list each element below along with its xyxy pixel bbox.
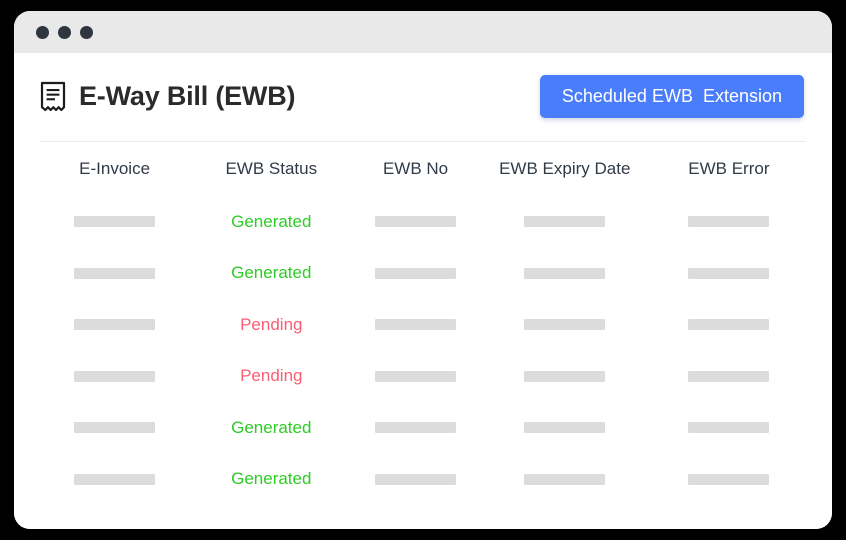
- skeleton-bar: [375, 422, 457, 434]
- skeleton-bar: [375, 370, 457, 382]
- table-row[interactable]: Generated: [40, 248, 806, 300]
- table-row[interactable]: Generated: [40, 196, 806, 248]
- column-header-ewb-status: EWB Status: [225, 159, 318, 178]
- skeleton-bar: [375, 319, 457, 331]
- table-row[interactable]: Pending: [40, 299, 806, 351]
- cell-ewb-no: [353, 370, 477, 382]
- skeleton-bar: [524, 267, 606, 279]
- table-header-row: E-Invoice EWB Status EWB No EWB Expiry D…: [40, 142, 806, 196]
- cell-ewb-no: [353, 422, 477, 434]
- cell-e-invoice: [40, 216, 189, 228]
- window-titlebar: [14, 11, 832, 53]
- skeleton-bar: [524, 319, 606, 331]
- skeleton-bar: [74, 319, 156, 331]
- cell-e-invoice: [40, 422, 189, 434]
- skeleton-bar: [74, 422, 156, 434]
- cell-e-invoice: [40, 267, 189, 279]
- cell-ewb-error: [652, 319, 806, 331]
- cell-ewb-no: [353, 216, 477, 228]
- cell-e-invoice: [40, 473, 189, 485]
- column-header-ewb-expiry-date: EWB Expiry Date: [499, 159, 631, 178]
- cell-ewb-no: [353, 319, 477, 331]
- skeleton-bar: [375, 216, 457, 228]
- skeleton-bar: [524, 370, 606, 382]
- cell-ewb-expiry-date: [478, 216, 652, 228]
- cell-ewb-error: [652, 473, 806, 485]
- receipt-icon: [40, 81, 66, 113]
- cell-ewb-error: [652, 216, 806, 228]
- page-title-group: E-Way Bill (EWB): [40, 81, 295, 113]
- table-row[interactable]: Pending: [40, 351, 806, 403]
- cell-ewb-expiry-date: [478, 319, 652, 331]
- skeleton-bar: [74, 473, 156, 485]
- table-row[interactable]: Generated: [40, 402, 806, 454]
- page-content: E-Way Bill (EWB) Scheduled EWB Extension…: [14, 53, 832, 529]
- skeleton-bar: [524, 473, 606, 485]
- cell-ewb-error: [652, 370, 806, 382]
- skeleton-bar: [74, 267, 156, 279]
- skeleton-bar: [375, 473, 457, 485]
- status-badge: Generated: [231, 211, 312, 231]
- status-badge: Pending: [240, 314, 303, 334]
- window-traffic-lights: [36, 25, 93, 39]
- column-header-ewb-no: EWB No: [382, 159, 449, 178]
- table-row[interactable]: Generated: [40, 454, 806, 506]
- scheduled-ewb-extension-button[interactable]: Scheduled EWB Extension: [539, 75, 804, 118]
- close-window-dot[interactable]: [36, 25, 49, 39]
- browser-window: E-Way Bill (EWB) Scheduled EWB Extension…: [14, 11, 832, 529]
- cell-ewb-expiry-date: [478, 267, 652, 279]
- cell-ewb-expiry-date: [478, 422, 652, 434]
- skeleton-bar: [688, 267, 770, 279]
- cell-e-invoice: [40, 319, 189, 331]
- column-header-ewb-error: EWB Error: [688, 159, 770, 178]
- skeleton-bar: [524, 422, 606, 434]
- ewb-table: E-Invoice EWB Status EWB No EWB Expiry D…: [14, 142, 832, 505]
- status-badge: Generated: [231, 263, 312, 283]
- minimize-window-dot[interactable]: [58, 25, 71, 39]
- skeleton-bar: [688, 319, 770, 331]
- status-badge: Generated: [231, 469, 312, 489]
- cell-ewb-expiry-date: [478, 370, 652, 382]
- skeleton-bar: [688, 422, 770, 434]
- status-badge: Generated: [231, 417, 312, 437]
- cell-ewb-no: [353, 473, 477, 485]
- skeleton-bar: [524, 216, 606, 228]
- skeleton-bar: [688, 216, 770, 228]
- skeleton-bar: [74, 216, 156, 228]
- status-badge: Pending: [240, 366, 303, 386]
- cell-ewb-error: [652, 422, 806, 434]
- skeleton-bar: [688, 473, 770, 485]
- skeleton-bar: [375, 267, 457, 279]
- page-title: E-Way Bill (EWB): [79, 81, 296, 111]
- cell-ewb-no: [353, 267, 477, 279]
- screenshot-root: E-Way Bill (EWB) Scheduled EWB Extension…: [0, 0, 846, 540]
- cell-e-invoice: [40, 370, 189, 382]
- page-header: E-Way Bill (EWB) Scheduled EWB Extension: [14, 53, 832, 118]
- table-body: Generated Generated Pending Pending Generate…: [40, 196, 806, 505]
- maximize-window-dot[interactable]: [80, 25, 93, 39]
- cell-ewb-error: [652, 267, 806, 279]
- column-header-e-invoice: E-Invoice: [79, 159, 151, 178]
- skeleton-bar: [688, 370, 770, 382]
- skeleton-bar: [74, 370, 156, 382]
- cell-ewb-expiry-date: [478, 473, 652, 485]
